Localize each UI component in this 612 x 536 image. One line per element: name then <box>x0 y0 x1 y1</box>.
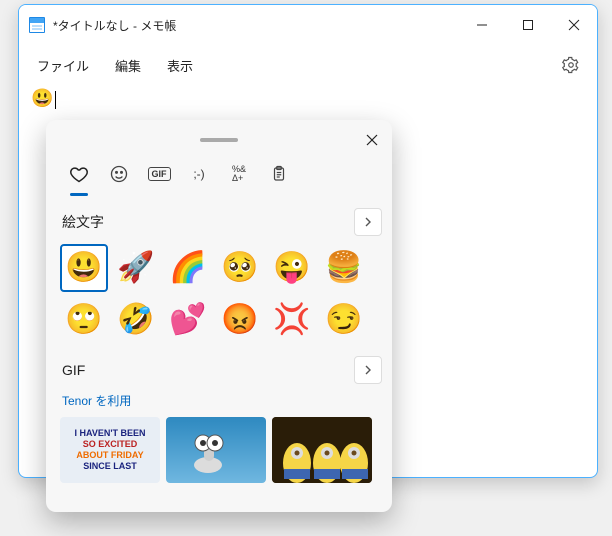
picker-scroll-area[interactable]: 絵文字 😃 🚀 🌈 🥺 😜 🍔 🙄 🤣 💕 😡 💢 😏 GIF T <box>46 192 392 512</box>
emoji-item[interactable]: 💢 <box>268 296 316 344</box>
titlebar[interactable]: *タイトルなし - メモ帳 <box>19 5 597 45</box>
notepad-icon <box>29 17 45 33</box>
emoji-item[interactable]: 😏 <box>320 296 368 344</box>
emoji-item[interactable]: 🤣 <box>112 296 160 344</box>
section-header-emoji: 絵文字 <box>62 208 382 236</box>
tab-symbols[interactable]: %& Δ+ <box>220 156 258 192</box>
close-button[interactable] <box>551 5 597 45</box>
tab-kaomoji[interactable]: ;-) <box>180 156 218 192</box>
tab-recent[interactable] <box>60 156 98 192</box>
emoji-item[interactable]: 💕 <box>164 296 212 344</box>
section-header-gif: GIF <box>62 356 382 384</box>
emoji-item[interactable]: 😡 <box>216 296 264 344</box>
tab-emoji[interactable] <box>100 156 138 192</box>
gif-provider-label: Tenor を利用 <box>62 392 382 409</box>
menu-edit[interactable]: 編集 <box>105 50 151 81</box>
text-editor[interactable]: 😃 <box>19 85 597 115</box>
picker-tabs: GIF ;-) %& Δ+ <box>46 148 392 192</box>
section-title-gif: GIF <box>62 362 85 378</box>
gif-section-expand[interactable] <box>354 356 382 384</box>
drag-handle[interactable] <box>200 138 238 142</box>
gif-grid: I HAVEN'T BEEN SO EXCITED ABOUT FRIDAY S… <box>60 417 384 491</box>
menubar: ファイル 編集 表示 <box>19 45 597 85</box>
tab-gif[interactable]: GIF <box>140 156 178 192</box>
gif-thumb[interactable] <box>166 417 266 483</box>
window-title: *タイトルなし - メモ帳 <box>53 17 176 34</box>
emoji-item[interactable]: 🥺 <box>216 244 264 292</box>
gif-thumb[interactable] <box>272 417 372 483</box>
menu-file[interactable]: ファイル <box>27 50 99 81</box>
emoji-item[interactable]: 😃 <box>60 244 108 292</box>
maximize-button[interactable] <box>505 5 551 45</box>
text-caret <box>55 91 56 109</box>
emoji-section-expand[interactable] <box>354 208 382 236</box>
emoji-grid: 😃 🚀 🌈 🥺 😜 🍔 🙄 🤣 💕 😡 💢 😏 <box>60 244 384 344</box>
emoji-item[interactable]: 🍔 <box>320 244 368 292</box>
emoji-item[interactable]: 🙄 <box>60 296 108 344</box>
gif-thumb[interactable]: I HAVEN'T BEEN SO EXCITED ABOUT FRIDAY S… <box>60 417 160 483</box>
section-title-emoji: 絵文字 <box>62 212 104 232</box>
menu-view[interactable]: 表示 <box>157 50 203 81</box>
editor-content: 😃 <box>31 91 53 109</box>
emoji-picker-panel: GIF ;-) %& Δ+ 絵文字 😃 🚀 🌈 🥺 😜 🍔 🙄 🤣 <box>46 120 392 512</box>
picker-close-button[interactable] <box>358 126 386 154</box>
settings-button[interactable] <box>553 47 589 83</box>
emoji-item[interactable]: 🚀 <box>112 244 160 292</box>
emoji-item[interactable]: 🌈 <box>164 244 212 292</box>
tab-clipboard[interactable] <box>260 156 298 192</box>
emoji-item[interactable]: 😜 <box>268 244 316 292</box>
minimize-button[interactable] <box>459 5 505 45</box>
